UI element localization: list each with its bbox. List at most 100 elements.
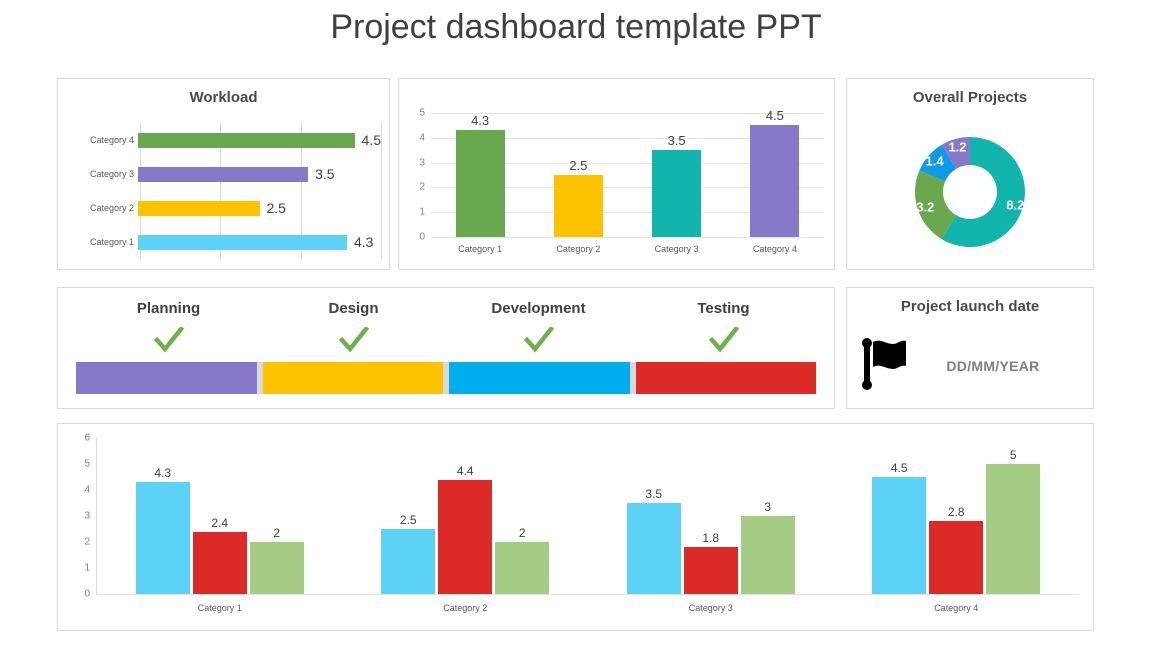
phase-progress-segment xyxy=(449,362,630,394)
grouped-chart-bar xyxy=(249,542,304,594)
grouped-chart-x-label: Category 1 xyxy=(197,603,242,613)
grouped-chart-bar xyxy=(626,503,681,594)
grouped-chart-baseline xyxy=(96,594,1079,595)
overall-projects-chart: 8.2 3.2 1.4 1.2 xyxy=(847,121,1093,263)
grouped-chart-bar xyxy=(986,464,1041,594)
phase-labels: Planning Design Development Testing xyxy=(76,300,816,322)
phase-label: Design xyxy=(328,300,379,317)
grouped-chart-x-label: Category 2 xyxy=(443,603,488,613)
workload-bar-row: Category 1 4.3 xyxy=(68,225,381,259)
workload-bar xyxy=(138,132,355,148)
column-chart-y-tick: 5 xyxy=(419,107,425,119)
page-title: Project dashboard template PPT xyxy=(330,8,822,46)
flag-icon xyxy=(861,337,907,395)
phase-label: Testing xyxy=(697,300,750,317)
grouped-chart-y-tick: 4 xyxy=(84,484,90,496)
grouped-chart-y-tick: 3 xyxy=(84,510,90,522)
phase-check-wrapper xyxy=(631,324,816,358)
column-chart-x-label: Category 1 xyxy=(458,244,503,254)
grouped-chart-bar-slot: 2 xyxy=(495,438,550,594)
grouped-chart-plot-area: 4.3 2.4 2 2.5 4.4 2 3.5 1.8 3 4.5 2.8 5 xyxy=(97,438,1079,594)
workload-card-title: Workload xyxy=(189,89,258,106)
column-chart-bar-slot: 4.3 xyxy=(431,113,529,237)
column-chart-x-label: Category 2 xyxy=(556,244,601,254)
grouped-chart-bar xyxy=(683,547,738,594)
grouped-chart-bar xyxy=(495,542,550,594)
column-chart-y-tick: 2 xyxy=(419,181,425,193)
grouped-chart-group: 3.5 1.8 3 xyxy=(588,438,834,594)
column-chart-bar-slot: 4.5 xyxy=(726,108,824,237)
grouped-chart-value-label: 5 xyxy=(1009,448,1017,462)
column-chart-plot-area: 4.3 2.5 3.5 4.5 xyxy=(431,108,824,238)
grouped-chart-y-tick: 1 xyxy=(84,562,90,574)
grouped-chart-bar-slot: 2.8 xyxy=(929,438,984,594)
overall-projects-title: Overall Projects xyxy=(912,89,1028,106)
grouped-chart-bar xyxy=(438,479,493,594)
grouped-chart-bar-slot: 3.5 xyxy=(626,438,681,594)
grouped-chart-value-label: 3.5 xyxy=(645,487,663,501)
workload-category-label: Category 4 xyxy=(89,135,134,145)
workload-bar xyxy=(138,200,260,216)
grouped-chart-value-label: 2.4 xyxy=(211,515,229,530)
check-icon xyxy=(523,327,554,353)
donut-slice-label: 3.2 xyxy=(916,199,935,215)
column-chart: 5 4 3 2 1 0 4.3 2.5 3.5 4.5 Category 1 Category 2… xyxy=(407,108,824,261)
workload-bar-value: 2.5 xyxy=(266,200,286,216)
grouped-chart-value-label: 3 xyxy=(764,500,772,514)
grouped-bar-card: 6 5 4 3 2 1 0 4.3 2.4 2 2.5 4.4 2 3.5 1.8 3 4.5 2.8 5 Cat… xyxy=(57,423,1094,631)
phase-check-wrapper xyxy=(76,324,261,358)
launch-date-value: DD/MM/YEAR xyxy=(946,358,1040,374)
phase-progress-segment xyxy=(262,362,443,394)
grouped-chart-value-label: 2.8 xyxy=(947,505,965,520)
grouped-chart-x-label: Category 3 xyxy=(688,603,733,613)
phase-progress-segment xyxy=(76,362,257,394)
grouped-chart-y-tick: 6 xyxy=(84,432,90,444)
donut-chart: 8.2 3.2 1.4 1.2 xyxy=(912,134,1028,250)
grouped-chart-group: 2.5 4.4 2 xyxy=(343,438,589,594)
grouped-chart-bar xyxy=(740,516,795,594)
column-chart-value-label: 2.5 xyxy=(569,158,588,173)
column-chart-bar-slot: 3.5 xyxy=(628,113,726,237)
donut-slice-label: 1.2 xyxy=(948,139,967,155)
grouped-chart-bar xyxy=(872,477,927,594)
grouped-chart-value-label: 2.5 xyxy=(399,513,417,527)
workload-category-label: Category 1 xyxy=(89,237,134,247)
workload-bar-track: 4.3 xyxy=(138,225,381,259)
grouped-chart-x-labels: Category 1 Category 2 Category 3 Category 4 xyxy=(97,596,1079,620)
overall-projects-card: Overall Projects 8.2 3.2 1.4 1.2 xyxy=(846,78,1094,270)
grouped-chart-bar-slot: 4.5 xyxy=(872,438,927,594)
workload-card: Workload Category 4 4.5 Category 3 3.5 Categ… xyxy=(57,78,390,270)
grouped-chart-bar xyxy=(929,521,984,594)
grouped-chart-bar-slot: 2 xyxy=(249,438,304,594)
grouped-chart-bar xyxy=(192,531,247,594)
check-icon xyxy=(338,327,369,353)
column-chart-x-label: Category 3 xyxy=(654,244,699,254)
phase-checkmarks xyxy=(76,324,816,358)
grouped-chart-bar xyxy=(381,529,436,594)
column-chart-bars: 4.3 2.5 3.5 4.5 xyxy=(431,108,824,237)
grouped-chart-y-axis: 6 5 4 3 2 1 0 xyxy=(72,433,96,600)
column-chart-value-label: 4.5 xyxy=(765,108,784,124)
grouped-chart-bar-slot: 4.3 xyxy=(135,438,190,594)
column-chart-value-label: 4.3 xyxy=(471,113,490,129)
grouped-chart-bar-slot: 5 xyxy=(986,438,1041,594)
phase-label: Planning xyxy=(136,300,201,317)
phases-card: Planning Design Development Testing xyxy=(57,287,835,409)
grouped-chart-bar xyxy=(135,482,190,594)
grouped-chart-y-tick: 5 xyxy=(84,458,90,470)
workload-bar-row: Category 4 4.5 xyxy=(68,123,381,157)
workload-category-label: Category 3 xyxy=(89,169,134,179)
grouped-bar-chart: 6 5 4 3 2 1 0 4.3 2.4 2 2.5 4.4 2 3.5 1.8 3 4.5 2.8 5 Cat… xyxy=(72,433,1079,620)
workload-bar-track: 3.5 xyxy=(138,157,381,191)
grouped-chart-bar-slot: 2.5 xyxy=(381,438,436,594)
grouped-chart-bar-slot: 3 xyxy=(740,438,795,594)
column-chart-bar xyxy=(652,150,702,237)
column-chart-y-tick: 1 xyxy=(419,206,425,218)
column-chart-value-label: 3.5 xyxy=(667,133,686,149)
workload-bar-row: Category 2 2.5 xyxy=(68,191,381,225)
grouped-chart-value-label: 2 xyxy=(273,526,281,541)
workload-bar-value: 4.5 xyxy=(361,132,381,148)
grouped-chart-y-tick: 0 xyxy=(84,588,90,600)
grouped-chart-y-tick: 2 xyxy=(84,536,90,548)
grouped-chart-group: 4.5 2.8 5 xyxy=(834,438,1080,594)
